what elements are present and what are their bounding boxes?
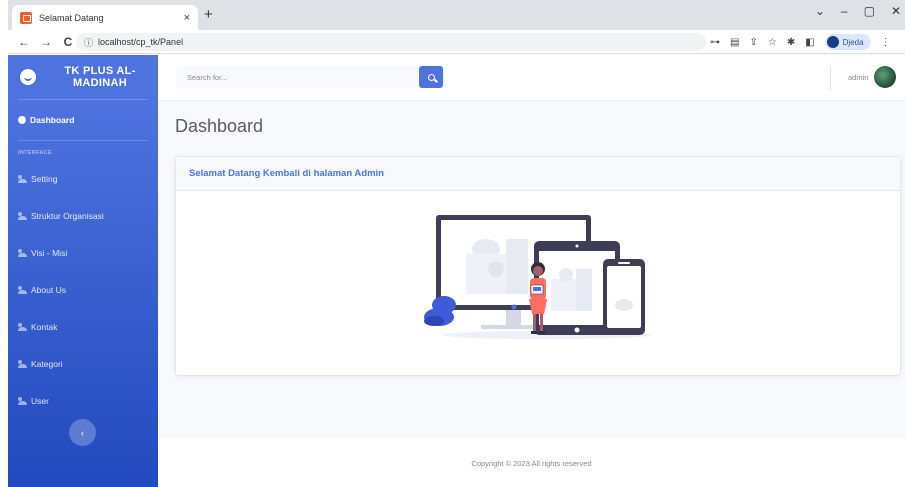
browser-tab[interactable]: Selamat Datang ×	[12, 5, 198, 30]
devices-illustration	[424, 215, 651, 339]
users-icon	[18, 174, 27, 183]
users-icon	[18, 359, 27, 368]
tab-search-chevron-icon[interactable]: ⌄	[815, 4, 825, 18]
address-bar[interactable]: ⓘ localhost/cp_tk/Panel	[76, 33, 706, 51]
browser-toolbar: ← → C ⓘ localhost/cp_tk/Panel ⊶ ▤ ⇪ ☆ ✱ …	[8, 30, 905, 54]
users-icon	[18, 248, 27, 257]
site-favicon-icon	[20, 11, 32, 24]
sidebar: TK PLUS AL-MADINAH Dashboard INTERFACE S…	[8, 55, 158, 487]
toolbar-actions: ⊶ ▤ ⇪ ☆ ✱ ◧ Djeda ⋮	[710, 34, 891, 50]
sidebar-heading: INTERFACE	[18, 150, 52, 156]
profile-avatar	[826, 36, 839, 48]
browser-window: Selamat Datang × + ⌄ – ▢ ✕ ← → C ⓘ local…	[8, 0, 905, 487]
footer: Copyright © 2023 All rights reserved	[158, 439, 905, 487]
bookmark-star-icon[interactable]: ☆	[768, 37, 777, 48]
search-input[interactable]: Search for...	[176, 66, 421, 88]
window-controls: ⌄ – ▢ ✕	[815, 4, 905, 18]
extensions-icon[interactable]: ✱	[787, 37, 795, 48]
search-icon	[427, 73, 435, 81]
search-button[interactable]	[419, 66, 443, 88]
sidebar-item-struktur-organisasi[interactable]: Struktur Organisasi	[8, 197, 158, 234]
menu-kebab-icon[interactable]: ⋮	[881, 37, 891, 48]
sidebar-item-label: About Us	[31, 284, 66, 295]
page-title: Dashboard	[175, 116, 264, 136]
smile-logo-icon	[20, 69, 36, 85]
admin-page: TK PLUS AL-MADINAH Dashboard INTERFACE S…	[8, 55, 905, 487]
sidebar-item-visi-misi[interactable]: Visi - Misi	[8, 234, 158, 271]
tab-close-icon[interactable]: ×	[184, 12, 190, 24]
url-text: localhost/cp_tk/Panel	[98, 37, 184, 47]
copyright-text: Copyright © 2023 All rights reserved	[471, 458, 592, 468]
users-icon	[18, 211, 27, 220]
sidebar-item-kontak[interactable]: Kontak	[8, 308, 158, 345]
sidebar-item-label: Kontak	[31, 321, 58, 332]
sidebar-item-user[interactable]: User	[8, 382, 158, 419]
tab-strip: Selamat Datang × + ⌄ – ▢ ✕	[8, 0, 905, 30]
search-placeholder: Search for...	[187, 72, 228, 82]
sidebar-item-label: Dashboard	[30, 115, 75, 125]
sidebar-item-about-us[interactable]: About Us	[8, 271, 158, 308]
sidebar-item-setting[interactable]: Setting	[8, 160, 158, 197]
site-info-icon[interactable]: ⓘ	[84, 36, 93, 49]
profile-name: Djeda	[842, 37, 864, 47]
avatar	[874, 66, 897, 88]
user-name: admin	[848, 72, 869, 82]
sidebar-item-label: User	[31, 395, 49, 406]
sidebar-item-label: Kategori	[31, 358, 63, 369]
profile-button[interactable]: Djeda	[824, 34, 871, 50]
tachometer-icon	[18, 116, 26, 124]
sidebar-item-label: Visi - Misi	[31, 247, 68, 258]
new-tab-button[interactable]: +	[204, 6, 213, 23]
reload-button[interactable]: C	[62, 35, 74, 49]
chevron-left-icon: ‹	[81, 427, 84, 438]
sidebar-brand[interactable]: TK PLUS AL-MADINAH	[8, 55, 158, 99]
topbar: Search for... admin	[158, 55, 905, 100]
users-icon	[18, 396, 27, 405]
close-window-button[interactable]: ✕	[891, 4, 901, 18]
translate-icon[interactable]: ▤	[730, 37, 739, 48]
key-icon[interactable]: ⊶	[710, 37, 720, 48]
minimize-button[interactable]: –	[841, 4, 848, 18]
welcome-card: Selamat Datang Kembali di halaman Admin	[175, 156, 901, 376]
side-panel-icon[interactable]: ◧	[805, 37, 814, 48]
brand-name: TK PLUS AL-MADINAH	[64, 65, 136, 89]
sidebar-item-label: Setting	[31, 173, 58, 184]
topbar-divider	[830, 66, 831, 90]
sidebar-item-label: Struktur Organisasi	[31, 210, 104, 221]
maximize-button[interactable]: ▢	[864, 4, 875, 18]
user-menu[interactable]: admin	[848, 66, 897, 88]
sidebar-item-dashboard[interactable]: Dashboard	[8, 100, 158, 140]
users-icon	[18, 322, 27, 331]
tab-title: Selamat Datang	[39, 12, 104, 23]
back-button[interactable]: ←	[18, 35, 30, 49]
sidebar-toggle-button[interactable]: ‹	[69, 419, 96, 446]
share-icon[interactable]: ⇪	[749, 37, 757, 48]
users-icon	[18, 285, 27, 294]
card-header: Selamat Datang Kembali di halaman Admin	[176, 157, 900, 191]
sidebar-item-kategori[interactable]: Kategori	[8, 345, 158, 382]
forward-button[interactable]: →	[40, 35, 52, 49]
